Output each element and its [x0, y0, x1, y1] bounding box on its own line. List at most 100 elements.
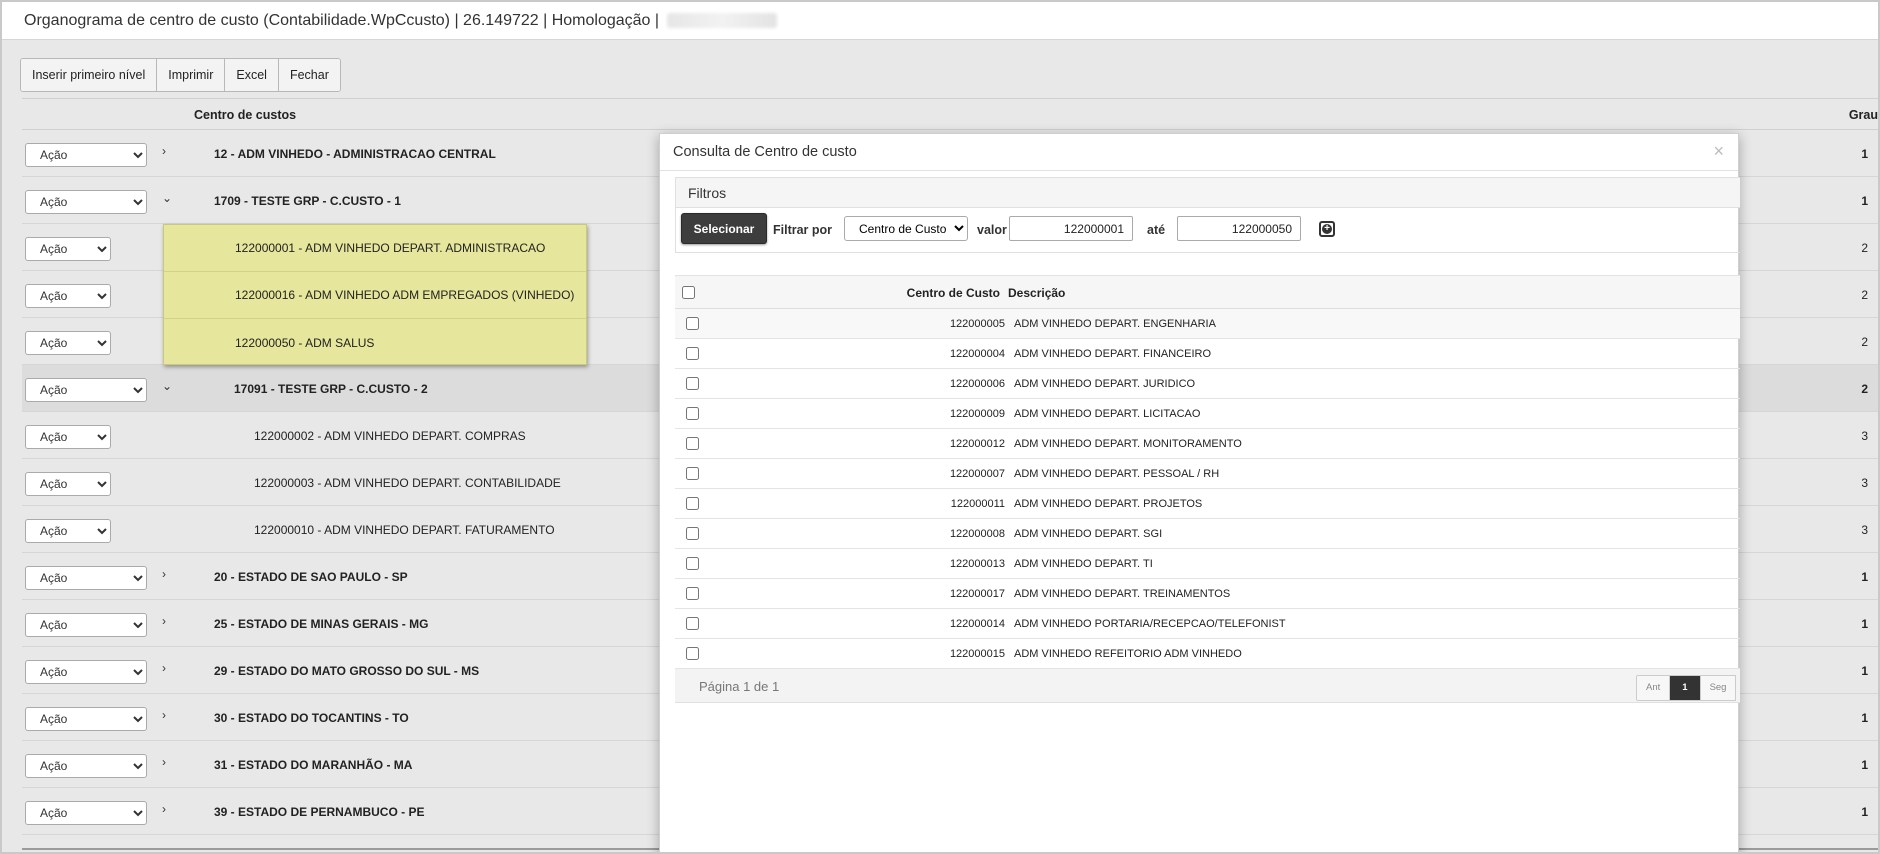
chevron-right-icon[interactable]: ›	[162, 661, 166, 675]
filter-by-select[interactable]: Centro de Custo	[844, 216, 968, 241]
close-button[interactable]: Fechar	[278, 59, 340, 91]
tree-row-grau: 1	[1861, 194, 1868, 208]
header-centro-custos: Centro de custos	[194, 108, 297, 122]
row-checkbox[interactable]	[686, 647, 699, 660]
tree-row-grau: 3	[1861, 523, 1868, 537]
action-select[interactable]: Ação	[25, 472, 111, 496]
row-code: 122000015	[949, 648, 1005, 660]
table-row[interactable]: 122000012 ADM VINHEDO DEPART. MONITORAMEN…	[675, 429, 1740, 459]
chevron-down-icon[interactable]: ⌄	[162, 379, 172, 393]
row-checkbox[interactable]	[686, 317, 699, 330]
tooltip-item: 122000050 - ADM SALUS	[235, 335, 375, 350]
action-select[interactable]: Ação	[25, 237, 111, 261]
table-row[interactable]: 122000011 ADM VINHEDO DEPART. PROJETOS	[675, 489, 1740, 519]
row-desc: ADM VINHEDO DEPART. TREINAMENTOS	[1014, 588, 1231, 600]
filters-body: Selecionar Filtrar por Centro de Custo v…	[676, 208, 1740, 253]
title-bar: Organograma de centro de custo (Contabil…	[2, 2, 1878, 40]
tree-row-label: 31 - ESTADO DO MARANHÃO - MA	[214, 758, 413, 772]
table-row[interactable]: 122000006 ADM VINHEDO DEPART. JURIDICO	[675, 369, 1740, 399]
until-label: até	[1147, 223, 1166, 237]
table-row[interactable]: 122000009 ADM VINHEDO DEPART. LICITACAO	[675, 399, 1740, 429]
excel-button[interactable]: Excel	[225, 59, 279, 91]
action-select[interactable]: Ação	[25, 754, 147, 778]
row-desc: ADM VINHEDO REFEITORIO ADM VINHEDO	[1014, 648, 1242, 660]
tree-row-grau: 2	[1861, 241, 1868, 255]
pager-page-button[interactable]: 1	[1670, 676, 1701, 700]
select-all-checkbox[interactable]	[682, 286, 695, 299]
tree-row-label: 1709 - TESTE GRP - C.CUSTO - 1	[214, 194, 401, 208]
action-select[interactable]: Ação	[25, 190, 147, 214]
action-select[interactable]: Ação	[25, 425, 111, 449]
action-select[interactable]: Ação	[25, 660, 147, 684]
chevron-right-icon[interactable]: ›	[162, 755, 166, 769]
action-select[interactable]: Ação	[25, 613, 147, 637]
table-row[interactable]: 122000004 ADM VINHEDO DEPART. FINANCEIRO	[675, 339, 1740, 369]
chevron-right-icon[interactable]: ›	[162, 802, 166, 816]
pager-next-button[interactable]: Seg	[1700, 676, 1737, 700]
row-code: 122000009	[949, 408, 1005, 420]
row-code: 122000006	[949, 378, 1005, 390]
insert-first-level-button[interactable]: Inserir primeiro nível	[21, 59, 158, 91]
tree-row-label: 20 - ESTADO DE SAO PAULO - SP	[214, 570, 408, 584]
print-button[interactable]: Imprimir	[157, 59, 226, 91]
pager-prev-button[interactable]: Ant	[1637, 676, 1671, 700]
chevron-right-icon[interactable]: ›	[162, 144, 166, 158]
table-row[interactable]: 122000017 ADM VINHEDO DEPART. TREINAMENTO…	[675, 579, 1740, 609]
chevron-right-icon[interactable]: ›	[162, 614, 166, 628]
header-code: Centro de Custo	[906, 286, 1000, 300]
value-to-input[interactable]	[1177, 216, 1301, 241]
modal-title: Consulta de Centro de custo	[673, 144, 857, 160]
table-row[interactable]: 122000014 ADM VINHEDO PORTARIA/RECEPCAO/T…	[675, 609, 1740, 639]
row-desc: ADM VINHEDO DEPART. JURIDICO	[1014, 378, 1196, 390]
table-row[interactable]: 122000013 ADM VINHEDO DEPART. TI	[675, 549, 1740, 579]
tree-row-label: 30 - ESTADO DO TOCANTINS - TO	[214, 711, 409, 725]
tree-row-grau: 2	[1861, 382, 1868, 396]
action-select[interactable]: Ação	[25, 378, 147, 402]
row-checkbox[interactable]	[686, 617, 699, 630]
table-row[interactable]: 122000015 ADM VINHEDO REFEITORIO ADM VINH…	[675, 639, 1740, 669]
action-select[interactable]: Ação	[25, 284, 111, 308]
table-row[interactable]: 122000008 ADM VINHEDO DEPART. SGI	[675, 519, 1740, 549]
row-checkbox[interactable]	[686, 407, 699, 420]
value-from-input[interactable]	[1009, 216, 1133, 241]
row-desc: ADM VINHEDO DEPART. MONITORAMENTO	[1014, 438, 1242, 450]
results-grid: Centro de Custo Descrição 122000005 ADM V…	[675, 275, 1740, 703]
row-code: 122000004	[949, 348, 1005, 360]
modal-header: Consulta de Centro de custo ×	[660, 134, 1738, 171]
tree-row-grau: 1	[1861, 570, 1868, 584]
row-checkbox[interactable]	[686, 347, 699, 360]
action-select[interactable]: Ação	[25, 331, 111, 355]
tree-row-label: 17091 - TESTE GRP - C.CUSTO - 2	[234, 382, 428, 396]
row-checkbox[interactable]	[686, 467, 699, 480]
action-select[interactable]: Ação	[25, 801, 147, 825]
tree-row-grau: 1	[1861, 664, 1868, 678]
close-icon[interactable]: ×	[1713, 142, 1724, 160]
row-code: 122000007	[949, 468, 1005, 480]
add-filter-icon[interactable]: +	[1319, 221, 1335, 237]
children-tooltip: 122000001 - ADM VINHEDO DEPART. ADMINIST…	[163, 224, 587, 365]
row-desc: ADM VINHEDO PORTARIA/RECEPCAO/TELEFONIST	[1014, 618, 1286, 630]
row-checkbox[interactable]	[686, 377, 699, 390]
chevron-right-icon[interactable]: ›	[162, 567, 166, 581]
row-code: 122000013	[949, 558, 1005, 570]
tree-row-label: 25 - ESTADO DE MINAS GERAIS - MG	[214, 617, 429, 631]
row-checkbox[interactable]	[686, 527, 699, 540]
row-checkbox[interactable]	[686, 497, 699, 510]
chevron-down-icon[interactable]: ⌄	[162, 191, 172, 205]
row-desc: ADM VINHEDO DEPART. ENGENHARIA	[1014, 318, 1216, 330]
pagination: Ant 1 Seg	[1636, 675, 1737, 701]
row-checkbox[interactable]	[686, 437, 699, 450]
action-select[interactable]: Ação	[25, 707, 147, 731]
action-select[interactable]: Ação	[25, 143, 147, 167]
table-row[interactable]: 122000007 ADM VINHEDO DEPART. PESSOAL / R…	[675, 459, 1740, 489]
action-select[interactable]: Ação	[25, 566, 147, 590]
app-window: Organograma de centro de custo (Contabil…	[0, 0, 1880, 854]
chevron-right-icon[interactable]: ›	[162, 708, 166, 722]
action-select[interactable]: Ação	[25, 519, 111, 543]
select-button[interactable]: Selecionar	[681, 213, 767, 244]
tree-row-label: 122000003 - ADM VINHEDO DEPART. CONTABIL…	[254, 476, 561, 490]
tree-row-label: 39 - ESTADO DE PERNAMBUCO - PE	[214, 805, 425, 819]
row-checkbox[interactable]	[686, 587, 699, 600]
row-checkbox[interactable]	[686, 557, 699, 570]
table-row[interactable]: 122000005 ADM VINHEDO DEPART. ENGENHARIA	[675, 309, 1740, 339]
